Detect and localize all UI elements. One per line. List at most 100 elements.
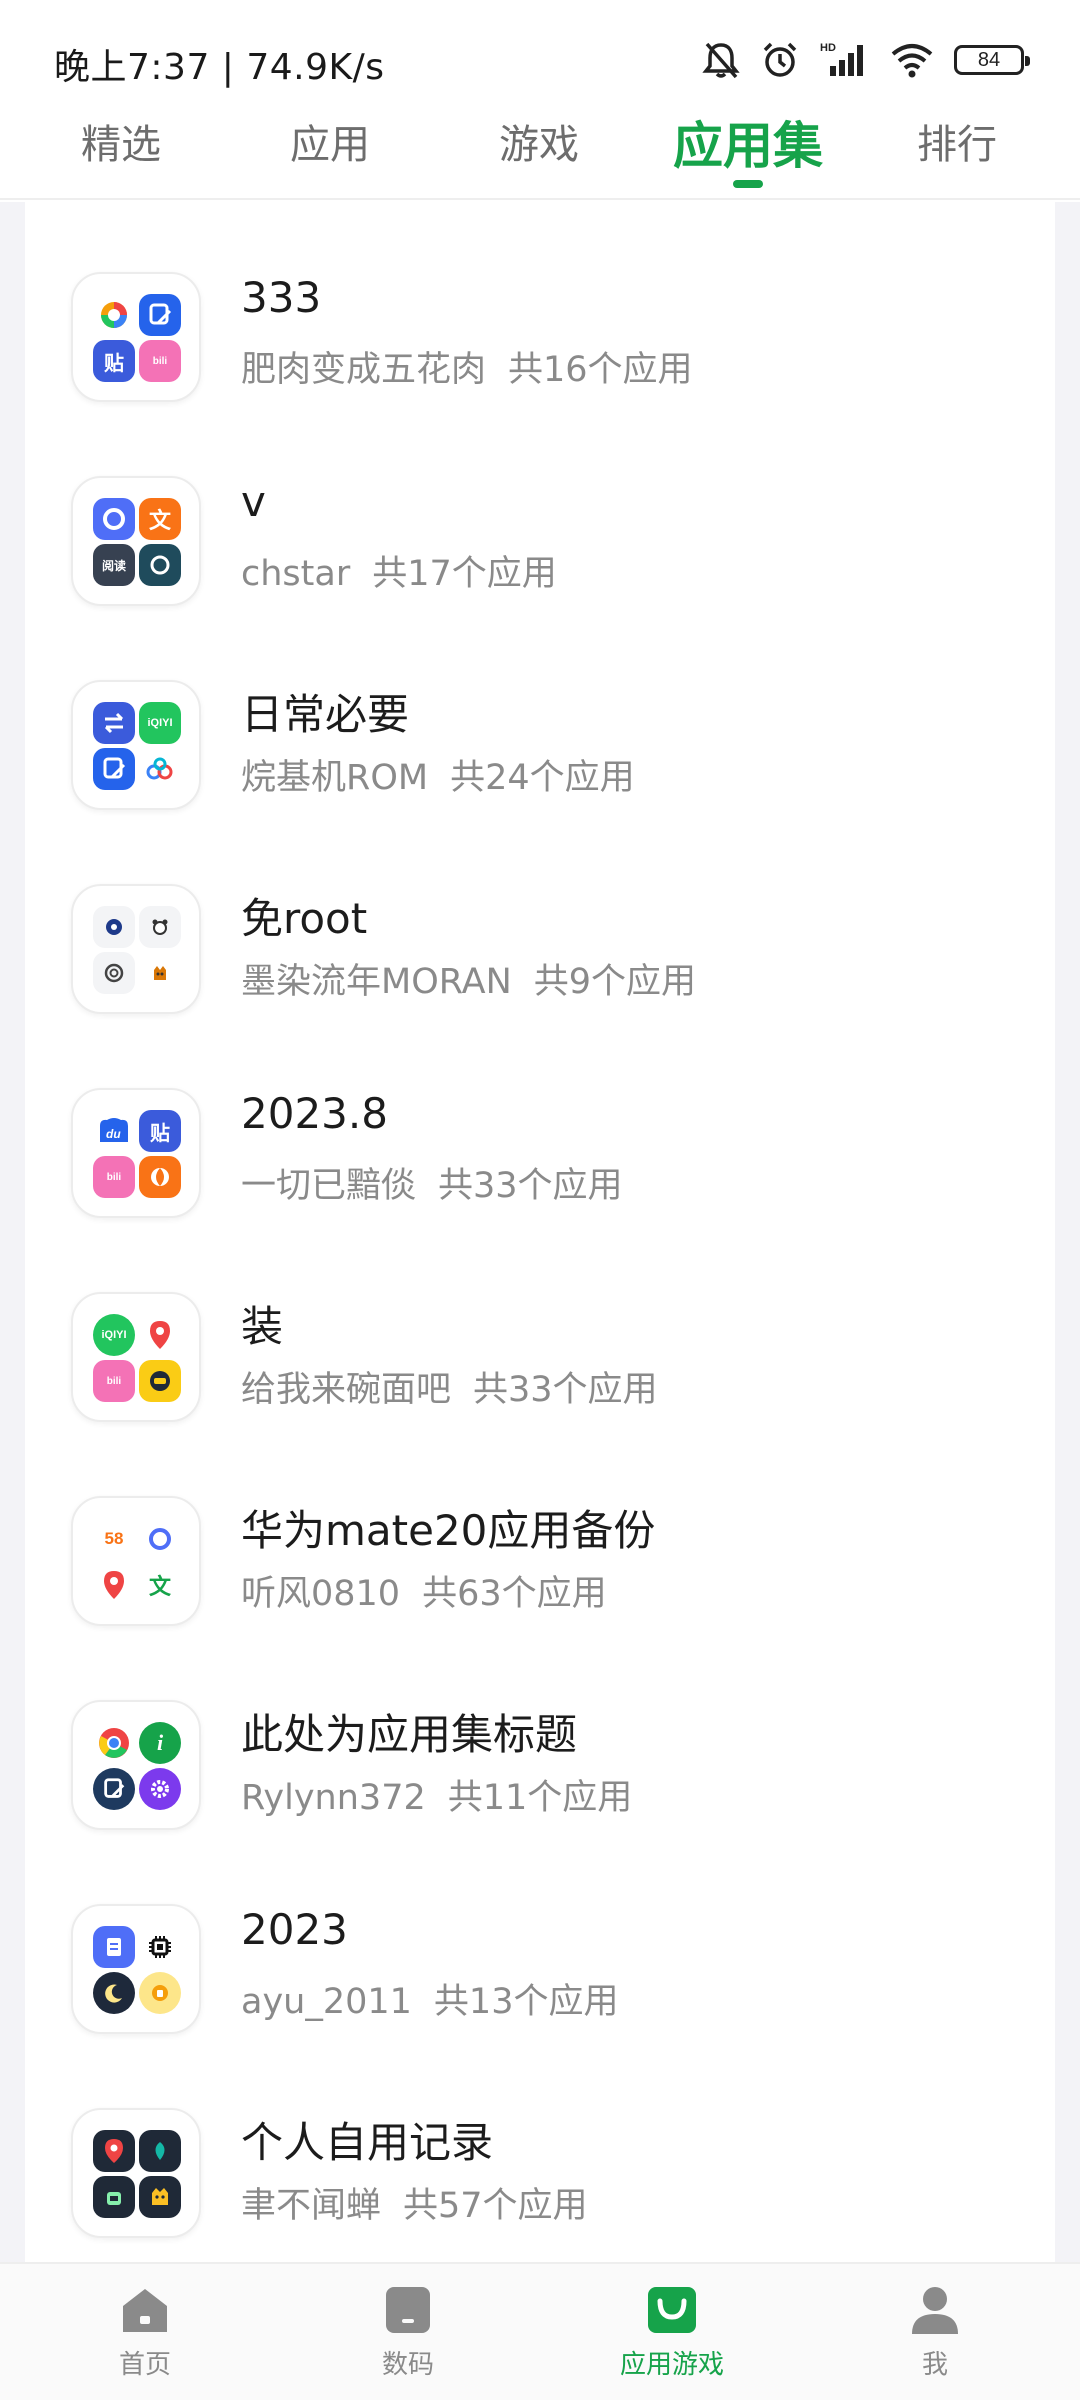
iqiyi-icon: iQIYI (139, 702, 181, 744)
collection-count: 共11个应用 (447, 1778, 633, 1818)
edit-note-icon (139, 294, 181, 336)
collection-meta: 给我来碗面吧 共33个应用 (241, 1361, 658, 1412)
collection-author: 墨染流年MORAN (241, 962, 512, 1002)
bilibili-icon: bili (93, 1360, 135, 1402)
collection-title: 日常必要 (241, 690, 410, 739)
collection-app-icons: 文 阅读 (71, 476, 201, 606)
tab-apps[interactable]: 应用 (290, 112, 370, 170)
spiral-app-icon (93, 952, 135, 994)
bilibili-icon: bili (93, 1156, 135, 1198)
active-tab-indicator (733, 180, 763, 188)
collection-item[interactable]: i 此处为应用集标题 Rylynn372 共11个应用 (25, 1629, 1055, 1833)
info-app-icon: i (139, 1722, 181, 1764)
shutter-app-icon (139, 1156, 181, 1198)
collection-count: 共24个应用 (450, 758, 635, 798)
blue-circle-app-icon (93, 906, 135, 948)
collection-item[interactable]: 免root 墨染流年MORAN 共9个应用 (25, 813, 1055, 1017)
tab-ranking[interactable]: 排行 (917, 112, 997, 170)
collection-author: 肥肉变成五花肉 (241, 350, 487, 390)
collection-author: chstar (241, 554, 351, 594)
collection-title: 333 (241, 273, 322, 322)
collection-title: 华为mate20应用备份 (241, 1506, 656, 1555)
chip-icon (139, 1926, 181, 1968)
edit-note-icon (93, 748, 135, 790)
collection-app-icons: iQIYI (71, 680, 201, 810)
collection-item[interactable]: 贴 bili 333 肥肉变成五花肉 共16个应用 (25, 201, 1055, 405)
bottom-nav-label: 数码 (381, 2350, 434, 2380)
collection-item[interactable]: iQIYI bili 装 给我来碗面吧 共33个应用 (25, 1221, 1055, 1425)
collection-item[interactable]: iQIYI 日常必要 烷基机ROM 共24个应用 (25, 609, 1055, 813)
collection-app-icons: 58 文 (71, 1496, 201, 1626)
bottom-nav-digital[interactable]: 数码 (308, 2284, 508, 2394)
collection-count: 共9个应用 (533, 962, 697, 1002)
collection-title: 2023.8 (241, 1089, 388, 1138)
location-pin-icon (93, 2130, 135, 2172)
wifi-icon (890, 40, 934, 80)
collection-item[interactable]: 文 阅读 v chstar 共17个应用 (25, 405, 1055, 609)
collection-item[interactable]: du 贴 bili 2023.8 一切已黯倓 共33个应用 (25, 1017, 1055, 1221)
battery-icon: 84 (954, 45, 1030, 75)
status-bar: 晚上7:37 | 74.9K/s HD 84 (0, 0, 1080, 110)
collection-title: 装 (241, 1302, 284, 1351)
app-store-bag-icon (644, 2284, 700, 2336)
collection-author: 一切已黯倓 (241, 1166, 417, 1206)
bottom-nav-me[interactable]: 我 (835, 2284, 1035, 2394)
bottom-nav-bar: 首页 数码 应用游戏 我 (0, 2262, 1080, 2400)
bottom-nav-home[interactable]: 首页 (45, 2284, 245, 2394)
edit-note-icon (93, 1768, 135, 1810)
tab-featured[interactable]: 精选 (81, 112, 161, 170)
collection-author: 烷基机ROM (241, 758, 429, 798)
reader-icon: 阅读 (93, 544, 135, 586)
wenku-icon: 文 (139, 498, 181, 540)
collection-count: 共33个应用 (438, 1166, 623, 1206)
collection-title: 个人自用记录 (241, 2118, 494, 2167)
collection-list: 贴 bili 333 肥肉变成五花肉 共16个应用 文 阅读 v chstar 共1… (25, 202, 1055, 2262)
iqiyi-icon: iQIYI (93, 1314, 135, 1356)
transfer-icon (93, 702, 135, 744)
collection-author: 聿不闻蝉 (241, 2186, 382, 2226)
translate-icon: 文 (139, 1564, 181, 1606)
bell-off-icon (702, 40, 740, 80)
browser-icon (93, 498, 135, 540)
collection-meta: 聿不闻蝉 共57个应用 (241, 2177, 588, 2228)
status-icons: HD 84 (702, 36, 1030, 84)
leaf-app-icon (139, 2130, 181, 2172)
gear-icon (139, 1768, 181, 1810)
document-app-icon (93, 1926, 135, 1968)
cat-app-icon (139, 952, 181, 994)
collection-meta: chstar 共17个应用 (241, 545, 557, 596)
browser-icon (139, 1518, 181, 1560)
moon-icon (93, 1972, 135, 2014)
tab-games[interactable]: 游戏 (499, 112, 579, 170)
bottom-nav-apps-games[interactable]: 应用游戏 (572, 2284, 772, 2394)
collection-author: 给我来碗面吧 (241, 1370, 452, 1410)
chrome-icon (93, 1722, 135, 1764)
cat-face-icon (139, 2176, 181, 2218)
android-app-icon (93, 2176, 135, 2218)
map-pin-icon (139, 1314, 181, 1356)
collection-title: v (241, 477, 266, 526)
collection-meta: 烷基机ROM 共24个应用 (241, 749, 635, 800)
collection-app-icons (71, 1904, 201, 2034)
tieba-icon: 贴 (93, 340, 135, 382)
svg-text:du: du (106, 1127, 121, 1141)
collection-meta: ayu_2011 共13个应用 (241, 1973, 618, 2024)
collection-count: 共17个应用 (372, 554, 557, 594)
tieba-icon: 贴 (139, 1110, 181, 1152)
bottom-nav-label: 首页 (118, 2350, 171, 2380)
58-app-icon: 58 (93, 1518, 135, 1560)
tab-app-collections[interactable]: 应用集 (673, 106, 823, 178)
collection-author: Rylynn372 (241, 1778, 426, 1818)
bottom-nav-label: 应用游戏 (619, 2350, 724, 2380)
baidu-du-icon: du (93, 1110, 135, 1152)
collection-title: 此处为应用集标题 (241, 1710, 578, 1759)
collection-item[interactable]: 2023 ayu_2011 共13个应用 (25, 1833, 1055, 2037)
home-icon (117, 2284, 173, 2336)
collection-item[interactable]: 58 文 华为mate20应用备份 听风0810 共63个应用 (25, 1425, 1055, 1629)
top-tab-bar: 精选 应用 游戏 应用集 排行 (0, 100, 1080, 200)
collection-item[interactable]: 个人自用记录 聿不闻蝉 共57个应用 (25, 2037, 1055, 2241)
collection-app-icons (71, 884, 201, 1014)
bilibili-icon: bili (139, 340, 181, 382)
collection-meta: 听风0810 共63个应用 (241, 1565, 607, 1616)
collection-app-icons: iQIYI bili (71, 1292, 201, 1422)
